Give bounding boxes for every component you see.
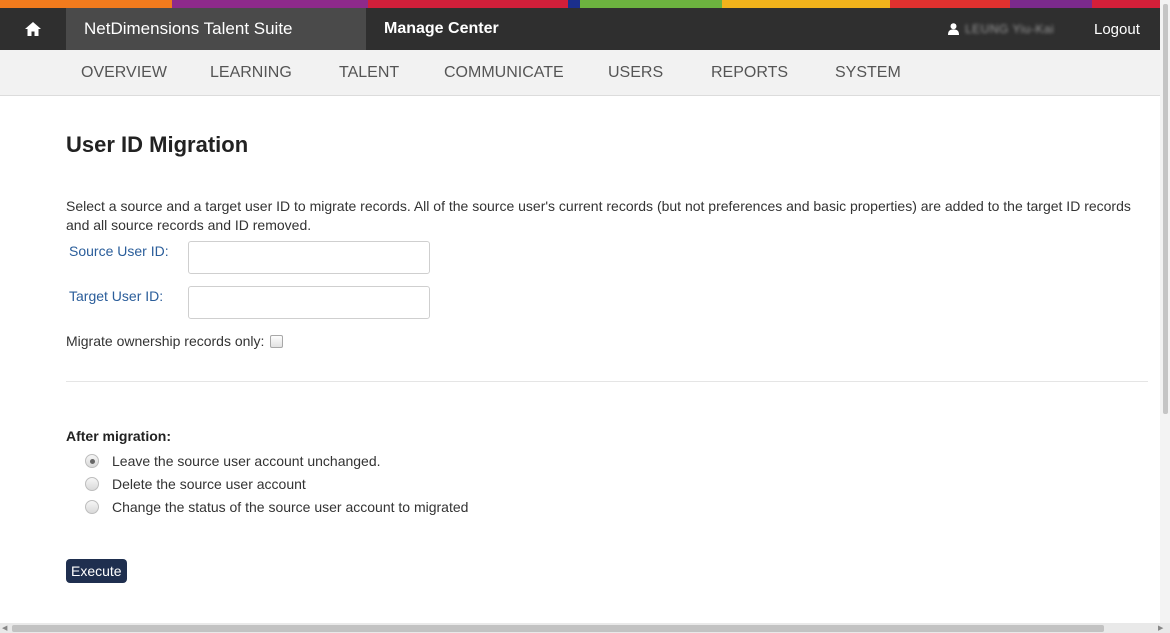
user-name: LEUNG Yiu-Kai	[965, 22, 1055, 36]
ownership-option: Migrate ownership records only:	[66, 333, 284, 349]
header-color-stripe	[0, 0, 1170, 8]
source-user-id-input[interactable]	[188, 241, 430, 274]
nav-item-learning[interactable]: LEARNING	[210, 64, 292, 82]
nav-item-communicate[interactable]: COMMUNICATE	[444, 64, 564, 82]
main-nav: OVERVIEW LEARNING TALENT COMMUNICATE USE…	[0, 50, 1170, 96]
radio-change-status[interactable]	[85, 500, 99, 514]
after-option-delete: Delete the source user account	[85, 476, 306, 492]
vertical-scrollbar-thumb[interactable]	[1163, 4, 1168, 414]
brand-title: NetDimensions Talent Suite	[66, 8, 366, 50]
after-option-status: Change the status of the source user acc…	[85, 499, 468, 515]
stripe-segment	[568, 0, 580, 8]
home-icon	[25, 22, 41, 36]
stripe-segment	[1010, 0, 1092, 8]
stripe-segment	[890, 0, 1010, 8]
user-menu[interactable]: LEUNG Yiu-Kai	[948, 8, 1054, 50]
stripe-segment	[0, 0, 172, 8]
nav-item-overview[interactable]: OVERVIEW	[81, 64, 167, 82]
page-title: User ID Migration	[66, 132, 249, 157]
horizontal-scrollbar-thumb[interactable]	[12, 625, 1104, 632]
target-user-id-input[interactable]	[188, 286, 430, 319]
target-user-id-label: Target User ID:	[69, 288, 164, 304]
nav-item-talent[interactable]: TALENT	[339, 64, 399, 82]
user-icon	[948, 23, 959, 35]
top-header-bar: NetDimensions Talent Suite Manage Center…	[0, 8, 1170, 50]
nav-item-system[interactable]: SYSTEM	[835, 64, 901, 82]
after-migration-label: After migration:	[66, 428, 171, 444]
radio-label: Change the status of the source user acc…	[112, 499, 469, 515]
home-button[interactable]	[0, 8, 66, 50]
page-description: Select a source and a target user ID to …	[66, 198, 1131, 233]
nav-item-reports[interactable]: REPORTS	[711, 64, 788, 82]
radio-leave-unchanged[interactable]	[85, 454, 99, 468]
radio-label: Delete the source user account	[112, 476, 306, 492]
ownership-label: Migrate ownership records only:	[66, 333, 265, 349]
stripe-segment	[1092, 0, 1170, 8]
stripe-segment	[172, 0, 368, 8]
section-divider	[66, 381, 1148, 382]
execute-button[interactable]: Execute	[66, 559, 127, 583]
stripe-segment	[368, 0, 568, 8]
stripe-segment	[580, 0, 722, 8]
ownership-checkbox[interactable]	[270, 334, 284, 348]
scroll-right-arrow-icon[interactable]: ▶	[1158, 624, 1163, 632]
after-option-leave: Leave the source user account unchanged.	[85, 453, 381, 469]
stripe-segment	[722, 0, 890, 8]
scroll-left-arrow-icon[interactable]: ◀	[2, 624, 7, 632]
section-title: Manage Center	[384, 20, 499, 37]
logout-link[interactable]: Logout	[1094, 8, 1140, 50]
radio-delete-account[interactable]	[85, 477, 99, 491]
source-user-id-label: Source User ID:	[69, 243, 169, 259]
nav-item-users[interactable]: USERS	[608, 64, 663, 82]
radio-label: Leave the source user account unchanged.	[112, 453, 381, 469]
brand-separator	[336, 8, 366, 50]
